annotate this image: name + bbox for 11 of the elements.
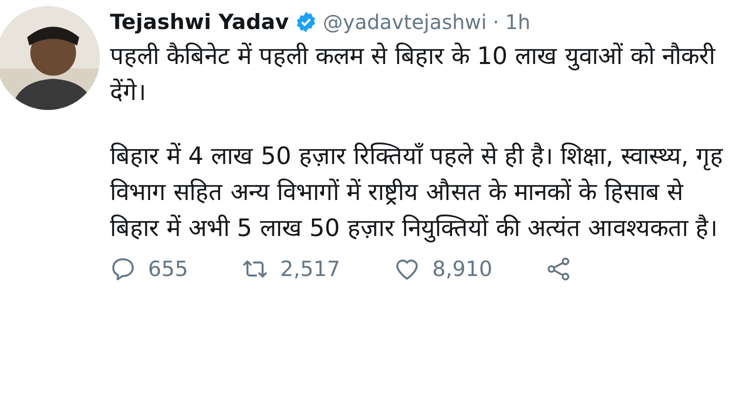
author-name[interactable]: Tejashwi Yadav <box>110 10 289 34</box>
author-handle[interactable]: @yadavtejashwi <box>322 10 487 34</box>
tweet-text: बिहार में 4 लाख 50 हज़ार रिक्तियाँ पहले से ही है। शिक्षा, स्वास्थ्य, गृह विभाग सहित अन्य विभागों में राष्ट्रीय औसत के मानकों के हिसाब से बिहार में अभी 5 लाख 50 हज़ार नियुक्तियों की अत्यंत आवश्यकता है। <box>110 141 724 244</box>
tweet-time[interactable]: 1h <box>505 10 530 34</box>
action-count: 2,517 <box>280 257 340 281</box>
separator-dot: · <box>492 10 500 34</box>
action-count: 655 <box>148 257 188 281</box>
tweet-text: पहली कैबिनेट में पहली कलम से बिहार के 10 लाख युवाओं को नौकरी देंगे। <box>110 41 716 108</box>
share-icon[interactable] <box>546 256 572 282</box>
action-count: 8,910 <box>432 257 492 281</box>
reply-icon[interactable] <box>110 256 136 282</box>
